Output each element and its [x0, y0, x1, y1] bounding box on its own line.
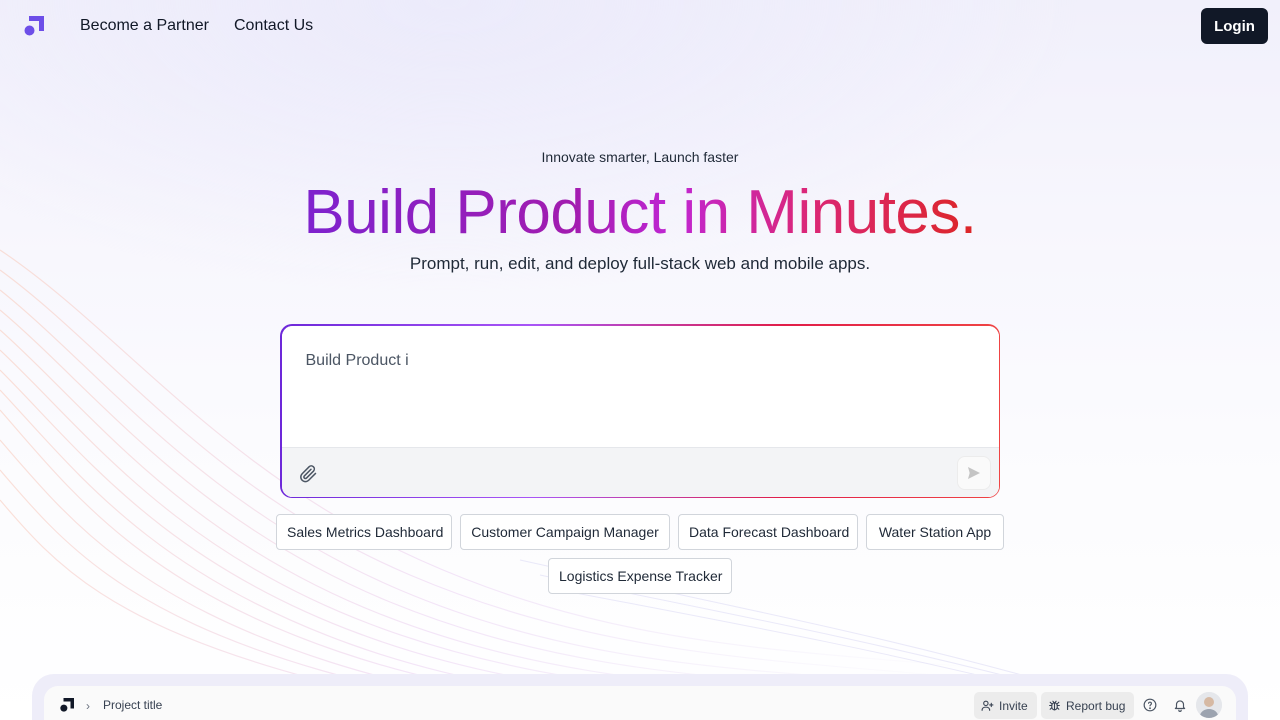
avatar-image [1196, 692, 1222, 718]
top-navigation: Become a Partner Contact Us Login [0, 0, 1280, 52]
attach-button[interactable] [298, 463, 318, 483]
avatar[interactable] [1196, 692, 1222, 718]
bug-icon [1049, 700, 1060, 711]
invite-button[interactable]: Invite [974, 692, 1037, 719]
chevron-right-icon: › [86, 699, 90, 713]
invite-label: Invite [999, 698, 1028, 713]
send-icon [967, 466, 980, 479]
suggestion-chip[interactable]: Water Station App [866, 514, 1004, 550]
paperclip-icon [299, 464, 316, 482]
prompt-toolbar [281, 446, 999, 497]
login-button[interactable]: Login [1201, 8, 1268, 44]
hero-tagline: Innovate smarter, Launch faster [541, 149, 739, 165]
help-icon[interactable] [1143, 698, 1157, 712]
prompt-box: Build Product i [280, 324, 1000, 498]
hero-headline: Build Product in Minutes. [0, 178, 1280, 248]
report-bug-label: Report bug [1066, 698, 1126, 713]
prompt-box-inner: Build Product i [281, 325, 999, 497]
suggestion-chip[interactable]: Data Forecast Dashboard [678, 514, 858, 550]
logo-icon [60, 698, 74, 712]
nav-become-partner[interactable]: Become a Partner [80, 16, 209, 36]
hero-headline-text: Build Product in Minutes. [303, 178, 977, 247]
report-bug-button[interactable]: Report bug [1041, 692, 1134, 719]
prompt-input[interactable]: Build Product i [281, 325, 999, 447]
user-plus-icon [981, 700, 994, 711]
project-title[interactable]: Project title [103, 698, 162, 712]
hero-subheadline: Prompt, run, edit, and deploy full-stack… [409, 254, 871, 273]
suggestion-chip[interactable]: Sales Metrics Dashboard [276, 514, 452, 550]
send-button[interactable] [956, 455, 991, 490]
logo-icon[interactable] [24, 16, 44, 36]
bell-icon[interactable] [1173, 698, 1187, 712]
suggestion-chip[interactable]: Customer Campaign Manager [460, 514, 670, 550]
nav-contact-us[interactable]: Contact Us [234, 16, 313, 36]
suggestion-chip[interactable]: Logistics Expense Tracker [548, 558, 732, 594]
